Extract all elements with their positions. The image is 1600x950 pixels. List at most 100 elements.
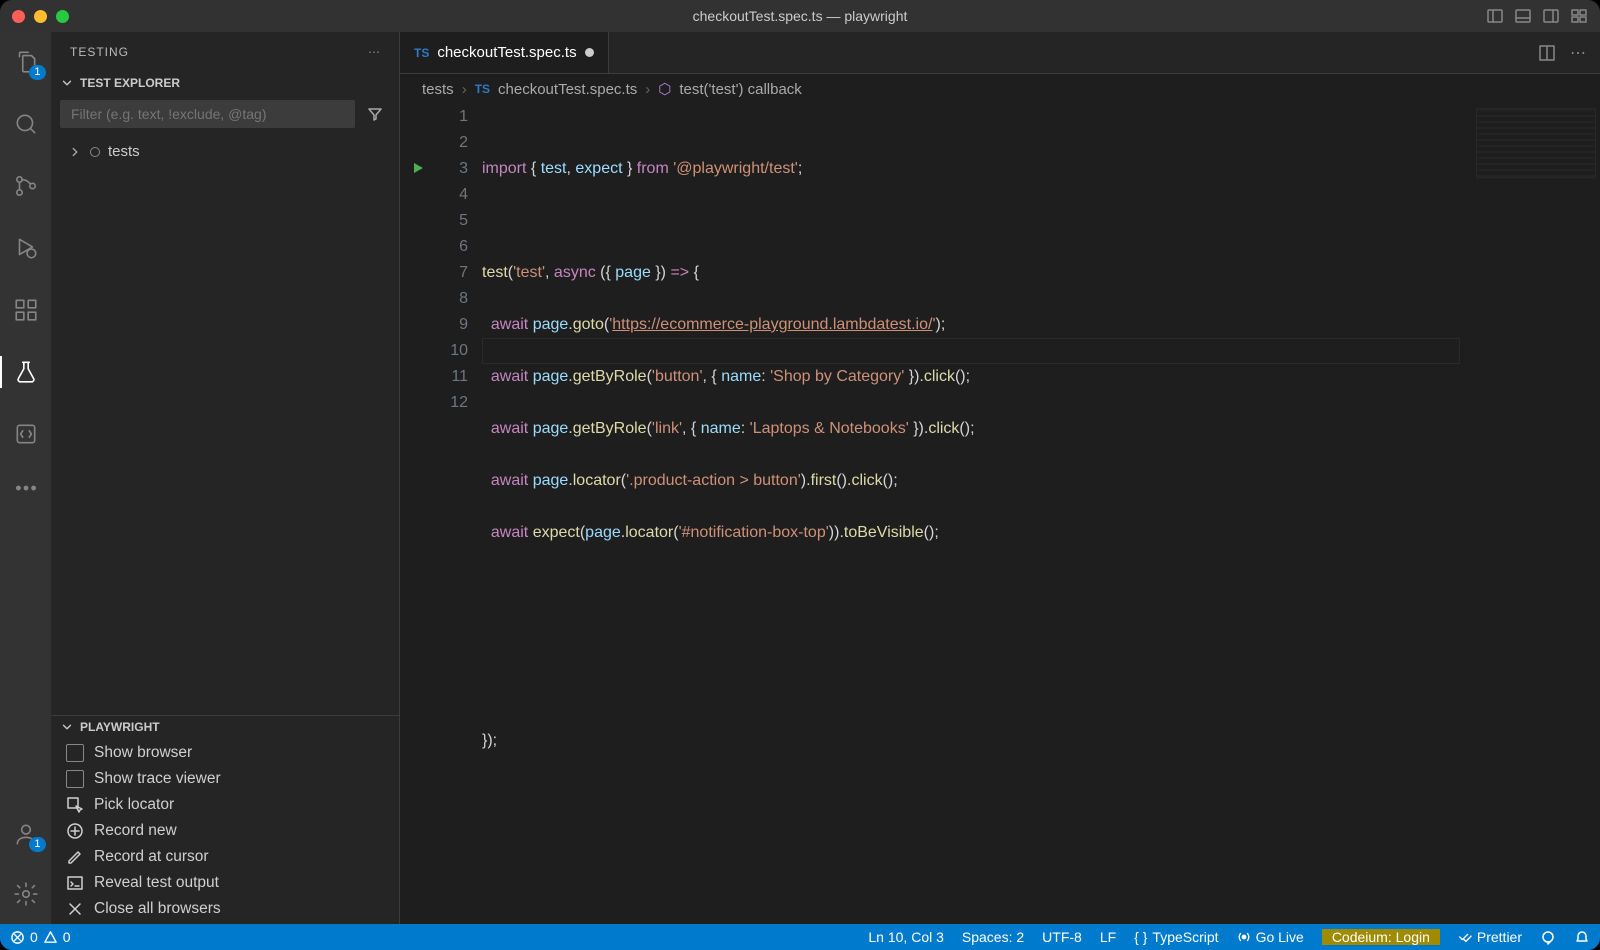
editor-area: TS checkoutTest.spec.ts ⋯ tests › TS che… (400, 32, 1600, 924)
show-trace-checkbox[interactable]: Show trace viewer (52, 766, 399, 792)
code-editor[interactable]: 123456789101112 import { test, expect } … (400, 104, 1600, 924)
testing-icon[interactable] (0, 352, 52, 392)
main-body: 1 (0, 32, 1600, 924)
plus-circle-icon (66, 822, 84, 840)
tree-item-tests[interactable]: tests (56, 140, 395, 163)
close-icon (66, 900, 84, 918)
accounts-badge: 1 (29, 837, 45, 852)
test-status-icon (90, 147, 100, 157)
activity-bar: 1 (0, 32, 52, 924)
minimize-window-icon[interactable] (34, 10, 47, 23)
go-live-button[interactable]: Go Live (1237, 929, 1304, 945)
more-icon[interactable] (0, 476, 52, 500)
settings-icon[interactable] (0, 874, 52, 914)
warning-icon (43, 930, 58, 945)
test-explorer-label: TEST EXPLORER (80, 76, 180, 90)
errors-warnings[interactable]: 0 0 (10, 929, 71, 945)
indentation[interactable]: Spaces: 2 (962, 929, 1024, 945)
split-editor-icon[interactable] (1538, 44, 1556, 62)
terminal-icon (66, 874, 84, 892)
breadcrumb-sep: › (462, 81, 467, 98)
close-browsers-button[interactable]: Close all browsers (52, 896, 399, 922)
ts-file-icon: TS (475, 82, 490, 96)
line-numbers: 123456789101112 (436, 104, 482, 924)
tab-actions: ⋯ (1524, 32, 1600, 73)
tab-more-icon[interactable]: ⋯ (1570, 43, 1586, 63)
show-browser-label: Show browser (94, 744, 192, 762)
explorer-badge: 1 (29, 65, 45, 80)
notifications-icon[interactable] (1574, 929, 1590, 945)
codeium-login[interactable]: Codeium: Login (1322, 929, 1440, 945)
chevron-down-icon (60, 76, 74, 90)
minimap[interactable] (1476, 108, 1596, 178)
sidebar-more-icon[interactable]: ⋯ (368, 45, 381, 59)
error-icon (10, 930, 25, 945)
current-line-highlight (482, 338, 1460, 364)
record-cursor-button[interactable]: Record at cursor (52, 844, 399, 870)
chevron-right-icon (68, 145, 82, 159)
filter-button[interactable] (359, 100, 391, 128)
cursor-position[interactable]: Ln 10, Col 3 (868, 929, 944, 945)
broadcast-icon (1237, 930, 1251, 944)
encoding[interactable]: UTF-8 (1042, 929, 1082, 945)
code-content[interactable]: import { test, expect } from '@playwrigh… (482, 104, 1600, 924)
edit-icon (66, 848, 84, 866)
ts-file-icon: TS (414, 46, 429, 60)
panel-left-icon[interactable] (1486, 7, 1504, 25)
pick-locator-button[interactable]: Pick locator (52, 792, 399, 818)
filter-row (52, 94, 399, 134)
test-explorer-header[interactable]: TEST EXPLORER (52, 72, 399, 94)
source-control-icon[interactable] (0, 166, 52, 206)
close-window-icon[interactable] (12, 10, 25, 23)
testing-sidebar: TESTING ⋯ TEST EXPLORER tests (52, 32, 400, 924)
extensions-icon[interactable] (0, 290, 52, 330)
run-test-icon[interactable] (410, 160, 426, 176)
run-debug-icon[interactable] (0, 228, 52, 268)
customize-layout-icon[interactable] (1570, 7, 1588, 25)
search-icon[interactable] (0, 104, 52, 144)
show-browser-checkbox[interactable]: Show browser (52, 740, 399, 766)
panel-bottom-icon[interactable] (1514, 7, 1532, 25)
reveal-output-button[interactable]: Reveal test output (52, 870, 399, 896)
status-bar: 0 0 Ln 10, Col 3 Spaces: 2 UTF-8 LF { } … (0, 924, 1600, 950)
accounts-icon[interactable]: 1 (0, 814, 52, 854)
feedback-icon[interactable] (1540, 929, 1556, 945)
playwright-header[interactable]: PLAYWRIGHT (52, 716, 399, 738)
checkbox-icon (66, 770, 84, 788)
checkbox-icon (66, 744, 84, 762)
codeium-icon[interactable] (0, 414, 52, 454)
maximize-window-icon[interactable] (56, 10, 69, 23)
playwright-header-label: PLAYWRIGHT (80, 720, 160, 734)
modified-dot-icon (585, 48, 594, 57)
breadcrumb-symbol[interactable]: test('test') callback (679, 81, 801, 98)
tab-checkouttest[interactable]: TS checkoutTest.spec.ts (400, 32, 609, 73)
vscode-window: checkoutTest.spec.ts — playwright 1 (0, 0, 1600, 950)
record-new-label: Record new (94, 822, 177, 840)
reveal-output-label: Reveal test output (94, 874, 219, 892)
breadcrumb-file[interactable]: checkoutTest.spec.ts (498, 81, 637, 98)
explorer-icon[interactable]: 1 (0, 42, 52, 82)
panel-right-icon[interactable] (1542, 7, 1560, 25)
symbol-icon: ⬡ (658, 80, 671, 98)
chevron-down-icon (60, 720, 74, 734)
glyph-margin (400, 104, 436, 924)
breadcrumb-folder[interactable]: tests (422, 81, 454, 98)
playwright-panel: PLAYWRIGHT Show browser Show trace viewe… (52, 715, 399, 924)
tree-item-label: tests (108, 143, 140, 160)
sidebar-title: TESTING ⋯ (52, 32, 399, 72)
close-browsers-label: Close all browsers (94, 900, 221, 918)
show-trace-label: Show trace viewer (94, 770, 221, 788)
breadcrumb[interactable]: tests › TS checkoutTest.spec.ts › ⬡ test… (400, 74, 1600, 104)
prettier-status[interactable]: Prettier (1458, 929, 1522, 945)
filter-icon (367, 106, 383, 122)
language-mode[interactable]: { } TypeScript (1134, 929, 1218, 945)
check-double-icon (1458, 930, 1472, 944)
sidebar-title-text: TESTING (70, 45, 129, 59)
eol[interactable]: LF (1100, 929, 1116, 945)
window-title: checkoutTest.spec.ts — playwright (693, 8, 908, 24)
record-new-button[interactable]: Record new (52, 818, 399, 844)
tab-label: checkoutTest.spec.ts (437, 44, 576, 61)
pick-locator-label: Pick locator (94, 796, 174, 814)
filter-input[interactable] (60, 100, 355, 128)
tab-bar: TS checkoutTest.spec.ts ⋯ (400, 32, 1600, 74)
